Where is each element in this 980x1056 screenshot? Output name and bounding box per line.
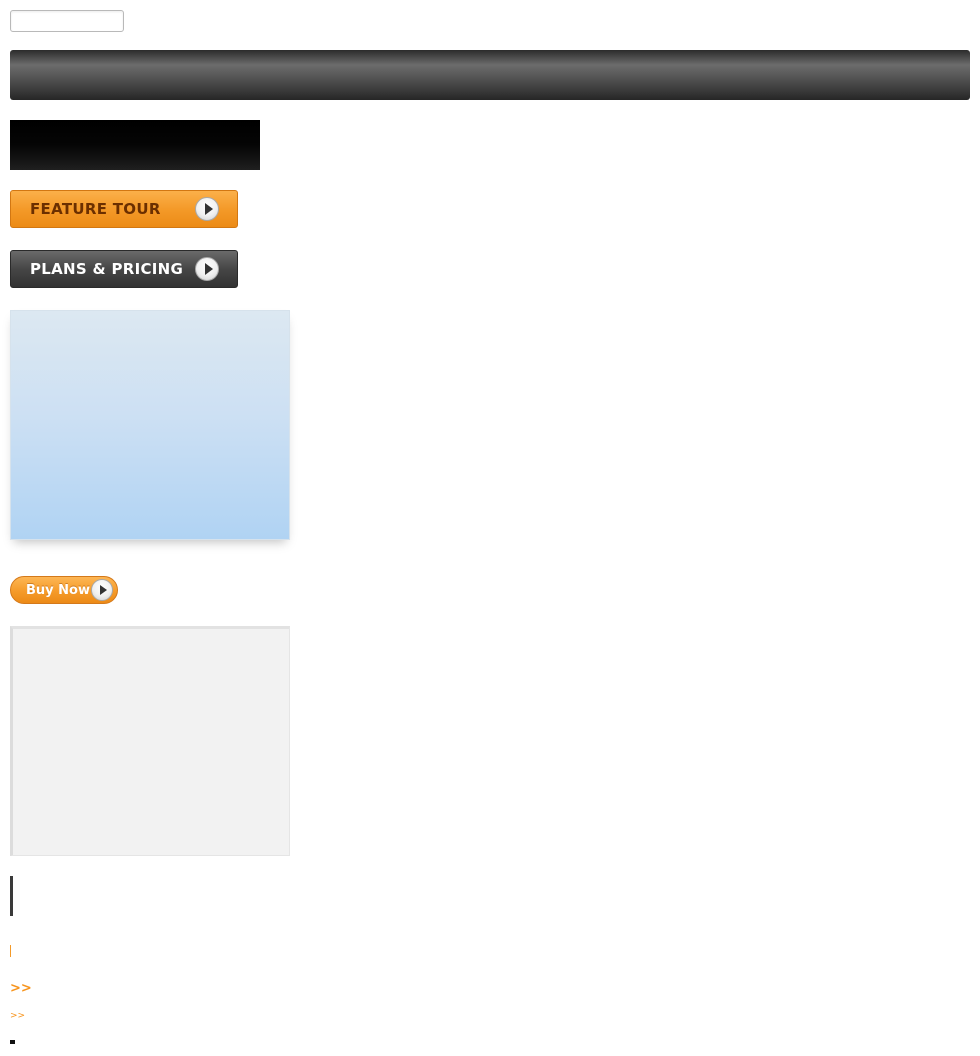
play-icon	[195, 257, 219, 281]
more-arrow-link-small[interactable]: >>	[10, 1011, 25, 1021]
play-icon	[195, 197, 219, 221]
blue-content-panel	[10, 310, 290, 540]
header-bar	[10, 50, 970, 100]
feature-tour-label: FEATURE TOUR	[30, 200, 161, 218]
buy-now-button[interactable]: Buy Now	[10, 576, 118, 604]
plans-pricing-label: PLANS & PRICING	[30, 260, 184, 278]
orange-vertical-divider	[10, 945, 11, 957]
dark-banner-block	[10, 120, 260, 170]
search-input[interactable]	[10, 10, 124, 32]
bullet-marker	[10, 1040, 15, 1044]
feature-tour-button[interactable]: FEATURE TOUR	[10, 190, 238, 228]
more-arrow-link-large[interactable]: >>	[10, 981, 32, 996]
dark-vertical-divider	[10, 876, 13, 916]
play-icon	[91, 579, 113, 601]
buy-now-label: Buy Now	[26, 582, 90, 598]
plans-pricing-button[interactable]: PLANS & PRICING	[10, 250, 238, 288]
gray-content-panel	[10, 626, 290, 856]
